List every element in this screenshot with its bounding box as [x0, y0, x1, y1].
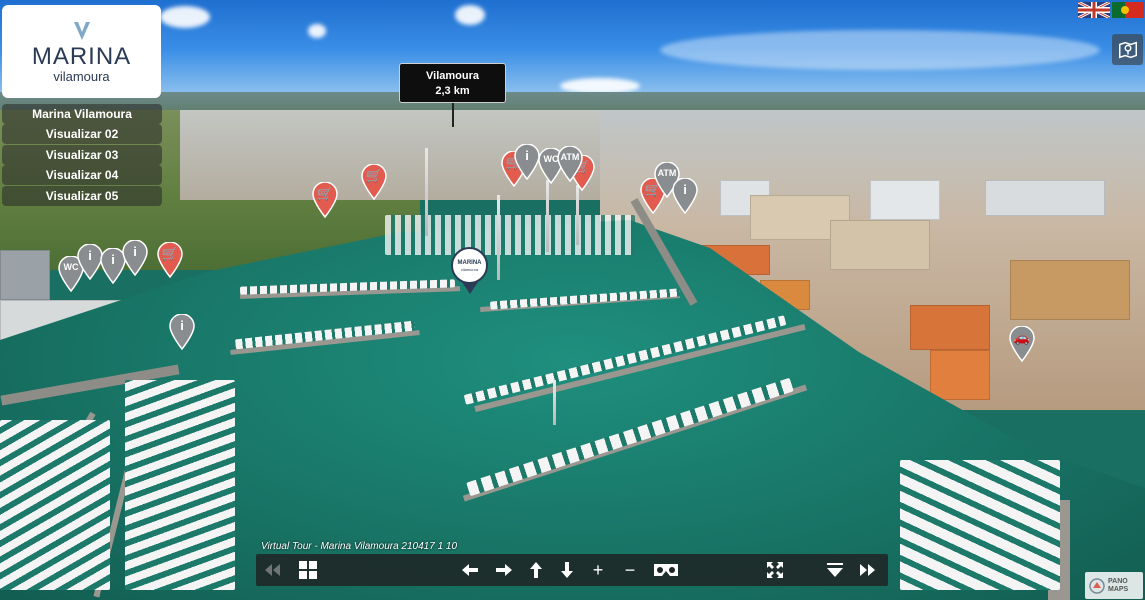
- building: [870, 180, 940, 220]
- boat-cluster: [900, 460, 1060, 590]
- mast: [576, 185, 579, 245]
- shop-hotspot[interactable]: 🛒: [361, 164, 387, 200]
- building: [0, 250, 50, 300]
- marina-pin-title: MARINA: [457, 259, 482, 266]
- atm-label: ATM: [560, 152, 580, 162]
- zoom-in-button[interactable]: +: [586, 558, 610, 582]
- arrow-left-icon: [462, 564, 478, 576]
- mast: [553, 380, 556, 425]
- previous-button[interactable]: [260, 558, 284, 582]
- building: [985, 180, 1105, 216]
- pan-left-button[interactable]: [458, 558, 482, 582]
- tooltip-stem: [452, 103, 454, 127]
- thumbnails-button[interactable]: [296, 558, 320, 582]
- map-button[interactable]: [1112, 34, 1143, 65]
- mast: [497, 195, 500, 280]
- scene-visualizar-04[interactable]: Visualizar 04: [2, 165, 162, 186]
- info-icon: i: [133, 244, 137, 259]
- boat-cluster: [0, 420, 110, 590]
- panomaps-line1: PANO: [1108, 577, 1128, 585]
- boat-cluster: [125, 380, 235, 590]
- marina-pin-subtitle: vilamoura: [460, 266, 479, 272]
- double-right-arrow-icon: [860, 564, 875, 576]
- next-button[interactable]: [856, 558, 880, 582]
- marina-pin-tail: [461, 282, 478, 294]
- atm-label: ATM: [657, 168, 677, 178]
- fullscreen-icon: [767, 562, 783, 578]
- info-icon: i: [683, 182, 687, 197]
- car-icon: 🚗: [1013, 330, 1031, 345]
- info-hotspot[interactable]: i: [514, 144, 540, 180]
- scene-visualizar-02[interactable]: Visualizar 02: [2, 124, 162, 145]
- mast: [425, 148, 428, 236]
- boat-cluster: [385, 215, 635, 255]
- location-tooltip: Vilamoura 2,3 km: [399, 63, 506, 103]
- panorama-viewer[interactable]: MARINA vilamoura Marina Vilamoura Visual…: [0, 0, 1145, 600]
- hide-bar-icon: [827, 563, 843, 577]
- control-bar: + −: [256, 554, 888, 586]
- arrow-up-icon: [530, 562, 542, 578]
- scene-marina-vilamoura[interactable]: Marina Vilamoura: [2, 104, 162, 124]
- grid-icon: [299, 561, 317, 579]
- mast: [546, 180, 549, 252]
- info-icon: i: [525, 148, 529, 163]
- tooltip-distance: 2,3 km: [435, 85, 470, 97]
- marina-pin-badge: MARINA vilamoura: [451, 247, 488, 284]
- fullscreen-button[interactable]: [763, 558, 787, 582]
- cloud: [160, 6, 210, 28]
- cloud: [308, 24, 326, 38]
- arrow-right-icon: [496, 564, 512, 576]
- info-hotspot[interactable]: i: [672, 178, 698, 214]
- building: [830, 220, 930, 270]
- marina-logo-icon: [73, 21, 90, 40]
- shop-hotspot[interactable]: 🛒: [157, 242, 183, 278]
- logo-subtitle: vilamoura: [53, 68, 110, 84]
- uk-flag-icon[interactable]: [1077, 0, 1111, 20]
- marina-vilamoura-hotspot[interactable]: MARINA vilamoura: [451, 247, 488, 307]
- info-hotspot[interactable]: i: [122, 240, 148, 276]
- panomaps-text: PANO MAPS: [1108, 578, 1128, 594]
- pan-up-button[interactable]: [524, 558, 548, 582]
- marina-vilamoura-logo[interactable]: MARINA vilamoura: [2, 5, 161, 98]
- scene-visualizar-05[interactable]: Visualizar 05: [2, 185, 162, 206]
- shopping-cart-icon: 🛒: [161, 246, 179, 261]
- panomaps-line2: MAPS: [1108, 585, 1129, 593]
- map-pin-icon: [1118, 41, 1137, 58]
- pan-down-button[interactable]: [555, 558, 579, 582]
- logo-title: MARINA: [31, 42, 132, 70]
- building: [910, 305, 990, 350]
- atm-hotspot[interactable]: ATM: [557, 146, 583, 182]
- tooltip-place: Vilamoura: [426, 70, 479, 82]
- shopping-cart-icon: 🛒: [365, 168, 383, 183]
- vr-button[interactable]: [650, 558, 682, 582]
- cloud: [455, 5, 485, 25]
- building: [1010, 260, 1130, 320]
- shopping-cart-icon: 🛒: [316, 186, 334, 201]
- hide-bar-button[interactable]: [823, 558, 847, 582]
- zoom-out-button[interactable]: −: [618, 558, 642, 582]
- panomaps-logo-icon: [1089, 577, 1105, 594]
- info-icon: i: [180, 318, 184, 333]
- vr-headset-icon: [654, 564, 678, 576]
- building: [930, 350, 990, 400]
- portugal-flag-icon[interactable]: [1112, 2, 1144, 18]
- panomaps-badge[interactable]: PANO MAPS: [1085, 572, 1143, 599]
- scene-visualizar-03[interactable]: Visualizar 03: [2, 144, 162, 165]
- tour-caption: Virtual Tour - Marina Vilamoura 210417 1…: [261, 541, 458, 552]
- info-hotspot[interactable]: i: [169, 314, 195, 350]
- parking-hotspot[interactable]: 🚗: [1009, 326, 1035, 362]
- cloud: [660, 30, 1100, 70]
- scene-menu: Marina Vilamoura Visualizar 02 Visualiza…: [2, 104, 162, 206]
- shop-hotspot[interactable]: 🛒: [312, 182, 338, 218]
- pan-right-button[interactable]: [492, 558, 516, 582]
- double-left-arrow-icon: [265, 564, 280, 576]
- arrow-down-icon: [561, 562, 573, 578]
